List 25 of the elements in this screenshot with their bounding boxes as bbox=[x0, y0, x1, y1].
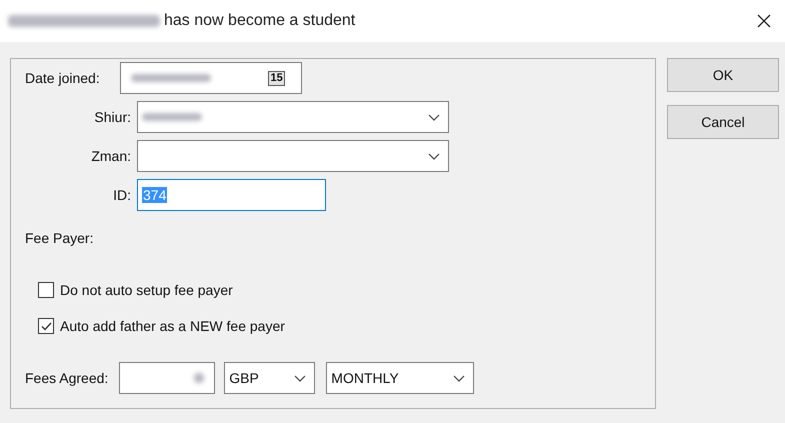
window-title: has now become a student bbox=[164, 12, 356, 30]
calendar-button[interactable]: 15 bbox=[268, 70, 285, 86]
shiur-dropdown[interactable] bbox=[137, 101, 449, 133]
checkbox[interactable] bbox=[38, 318, 54, 334]
field-label: Zman: bbox=[90, 148, 131, 164]
ok-button[interactable]: OK bbox=[667, 58, 779, 92]
chevron-down-icon bbox=[428, 152, 440, 160]
checkbox[interactable] bbox=[38, 282, 54, 298]
chevron-down-icon bbox=[428, 114, 440, 120]
field-label: Date joined: bbox=[25, 70, 100, 86]
chevron-down-icon bbox=[453, 374, 466, 382]
checkbox-label: Auto add father as a NEW fee payer bbox=[60, 318, 285, 334]
frequency-dropdown[interactable]: MONTHLY bbox=[326, 362, 474, 394]
currency-dropdown[interactable]: GBP bbox=[224, 362, 316, 394]
date-field[interactable]: 15 bbox=[120, 62, 302, 94]
field-label: Fee Payer: bbox=[25, 230, 94, 246]
zman-dropdown[interactable] bbox=[137, 140, 449, 172]
field-label: Shiur: bbox=[93, 109, 131, 125]
fee-input[interactable] bbox=[119, 362, 216, 394]
checkbox-label: Do not auto setup fee payer bbox=[60, 282, 233, 298]
field-label: ID: bbox=[112, 187, 131, 203]
cancel-button[interactable]: Cancel bbox=[667, 105, 779, 139]
close-icon[interactable] bbox=[757, 14, 771, 28]
field-label: Fees Agreed: bbox=[25, 370, 108, 386]
chevron-down-icon bbox=[294, 374, 306, 382]
